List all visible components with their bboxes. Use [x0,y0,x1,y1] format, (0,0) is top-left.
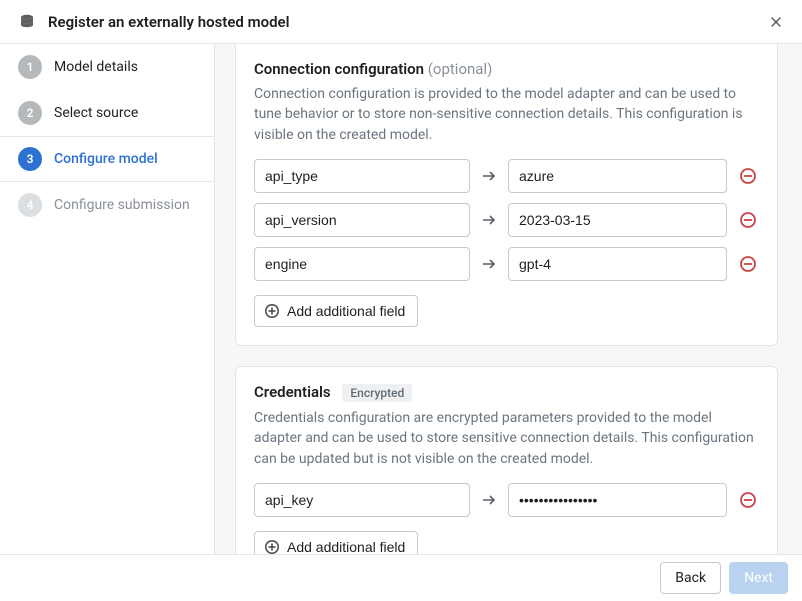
encrypted-tag: Encrypted [342,384,412,402]
arrow-right-icon [480,168,498,184]
close-button[interactable] [764,10,788,34]
credentials-key-input[interactable] [254,483,470,517]
step-number: 3 [18,147,42,171]
remove-row-button[interactable] [737,253,759,275]
add-button-label: Add additional field [287,539,405,554]
database-icon [18,13,36,31]
add-button-label: Add additional field [287,303,405,319]
next-button: Next [729,562,788,594]
connection-row [254,247,759,281]
main-panel[interactable]: Connection configuration (optional) Conn… [215,44,802,554]
section-heading-row: Connection configuration (optional) [254,60,759,78]
step-model-details[interactable]: 1 Model details [0,44,214,90]
dialog-header: Register an externally hosted model [0,0,802,44]
optional-label: (optional) [428,60,493,78]
dialog-body: 1 Model details 2 Select source 3 Config… [0,44,802,554]
connection-row [254,159,759,193]
connection-value-input[interactable] [508,247,727,281]
arrow-right-icon [480,212,498,228]
connection-key-input[interactable] [254,159,470,193]
section-heading-row: Credentials Encrypted [254,383,759,402]
plus-circle-icon [263,538,281,554]
remove-row-button[interactable] [737,209,759,231]
credentials-row [254,483,759,517]
remove-row-button[interactable] [737,489,759,511]
credentials-description: Credentials configuration are encrypted … [254,408,759,469]
connection-description: Connection configuration is provided to … [254,84,759,145]
add-credentials-field-button[interactable]: Add additional field [254,531,418,554]
step-label: Configure submission [54,197,190,213]
credentials-heading: Credentials [254,383,331,401]
step-label: Configure model [54,151,158,167]
arrow-right-icon [480,256,498,272]
step-configure-model[interactable]: 3 Configure model [0,136,214,182]
connection-heading: Connection configuration [254,60,424,78]
remove-row-button[interactable] [737,165,759,187]
credentials-card: Credentials Encrypted Credentials config… [235,366,778,554]
back-button-label: Back [675,570,706,586]
connection-key-input[interactable] [254,247,470,281]
connection-key-input[interactable] [254,203,470,237]
connection-value-input[interactable] [508,203,727,237]
step-label: Model details [54,59,138,75]
dialog-title: Register an externally hosted model [48,13,290,31]
back-button[interactable]: Back [660,562,721,594]
connection-config-card: Connection configuration (optional) Conn… [235,44,778,346]
arrow-right-icon [480,492,498,508]
step-number: 1 [18,55,42,79]
step-label: Select source [54,105,138,121]
step-select-source[interactable]: 2 Select source [0,90,214,136]
plus-circle-icon [263,302,281,320]
step-number: 2 [18,101,42,125]
dialog-footer: Back Next [0,554,802,601]
add-connection-field-button[interactable]: Add additional field [254,295,418,327]
connection-value-input[interactable] [508,159,727,193]
credentials-value-input[interactable] [508,483,727,517]
sidebar: 1 Model details 2 Select source 3 Config… [0,44,215,554]
next-button-label: Next [744,570,773,586]
step-number: 4 [18,193,42,217]
connection-row [254,203,759,237]
step-configure-submission: 4 Configure submission [0,182,214,228]
